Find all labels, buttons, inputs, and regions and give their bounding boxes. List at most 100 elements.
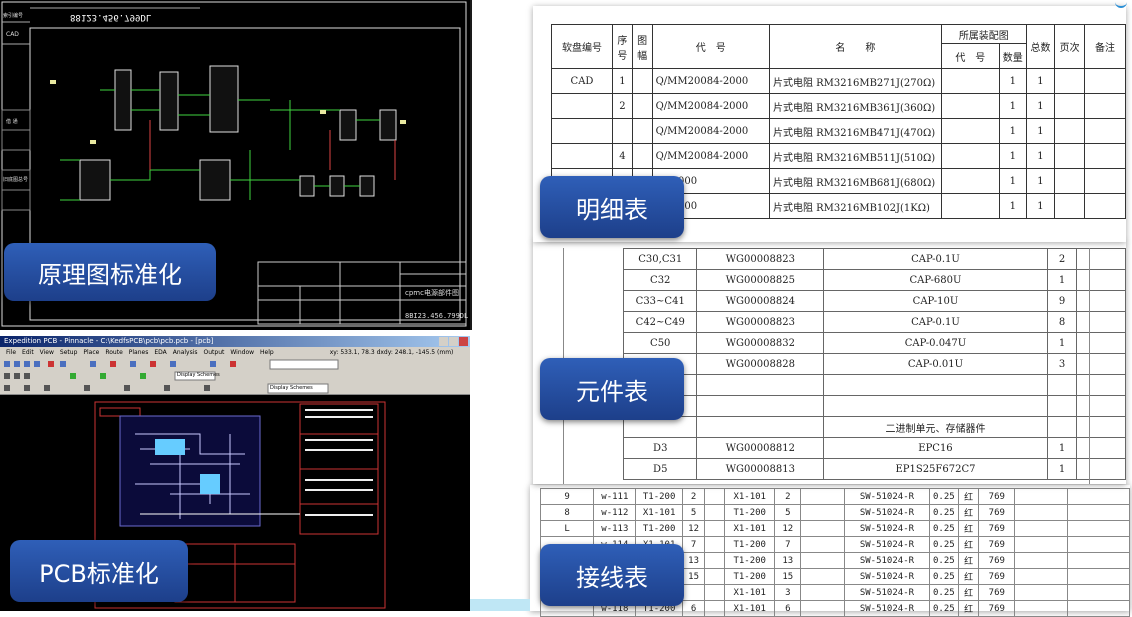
- component-cell-qty: 3: [1046, 353, 1078, 375]
- component-cell-x: [1076, 290, 1126, 312]
- schematic-left-label: 索引编号: [3, 13, 24, 19]
- component-cell-qty: 8: [1046, 311, 1078, 333]
- schematic-title-name: cpmc电源部件图: [405, 289, 459, 297]
- col-assembly: 所属装配图: [940, 24, 1027, 44]
- maximize-icon[interactable]: [449, 337, 458, 346]
- component-row: [622, 374, 1126, 396]
- wiring-cell-pad2: [800, 600, 846, 617]
- wiring-cell-an: 13: [681, 552, 706, 569]
- component-cell-x: [1076, 458, 1126, 480]
- close-icon[interactable]: [459, 337, 468, 346]
- menu-help[interactable]: Help: [260, 347, 274, 358]
- wiring-cell-col: 红: [957, 584, 980, 601]
- bom-cell-total: 1: [1025, 93, 1056, 119]
- bom-cell-size: [631, 93, 653, 119]
- component-cell-qty: 1: [1046, 437, 1078, 459]
- component-cell-qty: [1046, 395, 1078, 417]
- wiring-cell-a: T1-200: [635, 488, 683, 505]
- wiring-cell-len: 769: [978, 552, 1016, 569]
- schematic-left-label: 旧底图总号: [3, 177, 29, 183]
- wiring-cell-col: 红: [957, 568, 980, 585]
- menu-setup[interactable]: Setup: [60, 347, 77, 358]
- wiring-cell-sz: 0.25: [928, 488, 959, 505]
- wiring-cell-e1: [1014, 568, 1068, 585]
- bom-cell-qty: 1: [998, 193, 1027, 219]
- component-cell-ref: C42~C49: [622, 311, 698, 333]
- wiring-cell-e1: [1014, 488, 1068, 505]
- bom-cell-disk: [551, 143, 613, 169]
- col-assembly-qty: 数量: [998, 43, 1027, 69]
- component-cell-name: [823, 395, 1048, 417]
- component-cell-qty: 1: [1046, 269, 1078, 291]
- bom-cell-seq: 2: [611, 93, 633, 119]
- wiring-cell-b: T1-200: [724, 504, 776, 521]
- wiring-cell-len: 769: [978, 488, 1016, 505]
- menu-route[interactable]: Route: [105, 347, 122, 358]
- component-cell-name: EP1S25F672C7: [823, 458, 1048, 480]
- pcb-label-text: PCB标准化: [39, 559, 159, 588]
- component-cell-name: CAP-0.1U: [823, 311, 1048, 333]
- menu-edit[interactable]: Edit: [22, 347, 34, 358]
- wiring-cell-pad: [704, 568, 726, 585]
- bom-row: Q/MM20084-2000 片式电阻 RM3216MB471J(470Ω) 1 1: [551, 118, 1127, 144]
- wiring-cell-sz: 0.25: [928, 552, 959, 569]
- wiring-cell-a: X1-101: [635, 504, 683, 521]
- schematic-label-text: 原理图标准化: [38, 260, 182, 289]
- component-label-text: 元件表: [576, 377, 648, 406]
- component-cell-x: [1076, 416, 1126, 438]
- wiring-cell-len: 769: [978, 584, 1016, 601]
- wiring-cell-type: SW-51024-R: [844, 584, 930, 601]
- wiring-cell-pad: [704, 584, 726, 601]
- bom-cell-qty: 1: [998, 68, 1027, 94]
- menu-output[interactable]: Output: [204, 347, 225, 358]
- menu-view[interactable]: View: [40, 347, 54, 358]
- component-label: 元件表: [540, 358, 684, 420]
- wiring-cell-bn: 13: [774, 552, 802, 569]
- wiring-cell-b: X1-101: [724, 584, 776, 601]
- component-cell-code: WG00008823: [696, 311, 825, 333]
- coord-readout: xy: 533.1, 78.3 dxdy: 248.1, -145.5 (mm): [329, 349, 454, 356]
- component-cell-qty: 1: [1046, 458, 1078, 480]
- schematic-left-label: 借 通: [6, 119, 18, 125]
- component-table: C30,C31 WG00008823 CAP-0.1U 2 C32 WG00008825 C…: [622, 248, 1126, 480]
- menu-planes[interactable]: Planes: [129, 347, 149, 358]
- wiring-cell-pad: [704, 520, 726, 537]
- wiring-cell-e2: [1066, 536, 1131, 553]
- cyan-accent: [470, 599, 530, 611]
- component-cell-name: CAP-0.01U: [823, 353, 1048, 375]
- wiring-cell-b: X1-101: [724, 600, 776, 617]
- wiring-cell-len: 769: [978, 600, 1016, 617]
- wiring-cell-a: T1-200: [635, 520, 683, 537]
- wiring-cell-b: T1-200: [724, 568, 776, 585]
- component-cell-ref: C30,C31: [622, 248, 698, 270]
- bom-cell-page: [1054, 93, 1085, 119]
- menu-file[interactable]: File: [6, 347, 16, 358]
- wiring-cell-an: [681, 584, 706, 601]
- component-cell-x: [1076, 311, 1126, 333]
- component-cell-ref: D5: [622, 458, 698, 480]
- bom-cell-seq: 4: [611, 143, 633, 169]
- wiring-cell-w: w-111: [593, 488, 637, 505]
- bom-cell-asm-code: [940, 168, 1000, 194]
- toolbar-icons[interactable]: [0, 358, 470, 394]
- wiring-cell-bn: 12: [774, 520, 802, 537]
- pcb-menubar: File Edit View Setup Place Route Planes …: [0, 347, 470, 358]
- menu-place[interactable]: Place: [83, 347, 99, 358]
- col-page: 页次: [1054, 24, 1085, 69]
- col-name: 名 称: [768, 24, 942, 69]
- component-row: C42~C49 WG00008823 CAP-0.1U 8: [622, 311, 1126, 333]
- wiring-cell-pad: [704, 600, 726, 617]
- wiring-cell-len: 769: [978, 568, 1016, 585]
- wiring-cell-type: SW-51024-R: [844, 504, 930, 521]
- wiring-cell-bn: 2: [774, 488, 802, 505]
- minimize-icon[interactable]: [439, 337, 448, 346]
- bom-cell-page: [1054, 193, 1085, 219]
- wiring-cell-sz: 0.25: [928, 600, 959, 617]
- display-scheme-select[interactable]: Display Schemes: [177, 372, 220, 378]
- menu-window[interactable]: Window: [230, 347, 254, 358]
- display-scheme-select-2[interactable]: Display Schemes: [270, 385, 313, 391]
- component-cell-name: [823, 374, 1048, 396]
- menu-eda[interactable]: EDA: [154, 347, 166, 358]
- pcb-titlebar-text: Expedition PCB - Pinnacle - C:\KedfsPCB\…: [4, 337, 214, 345]
- menu-analysis[interactable]: Analysis: [173, 347, 198, 358]
